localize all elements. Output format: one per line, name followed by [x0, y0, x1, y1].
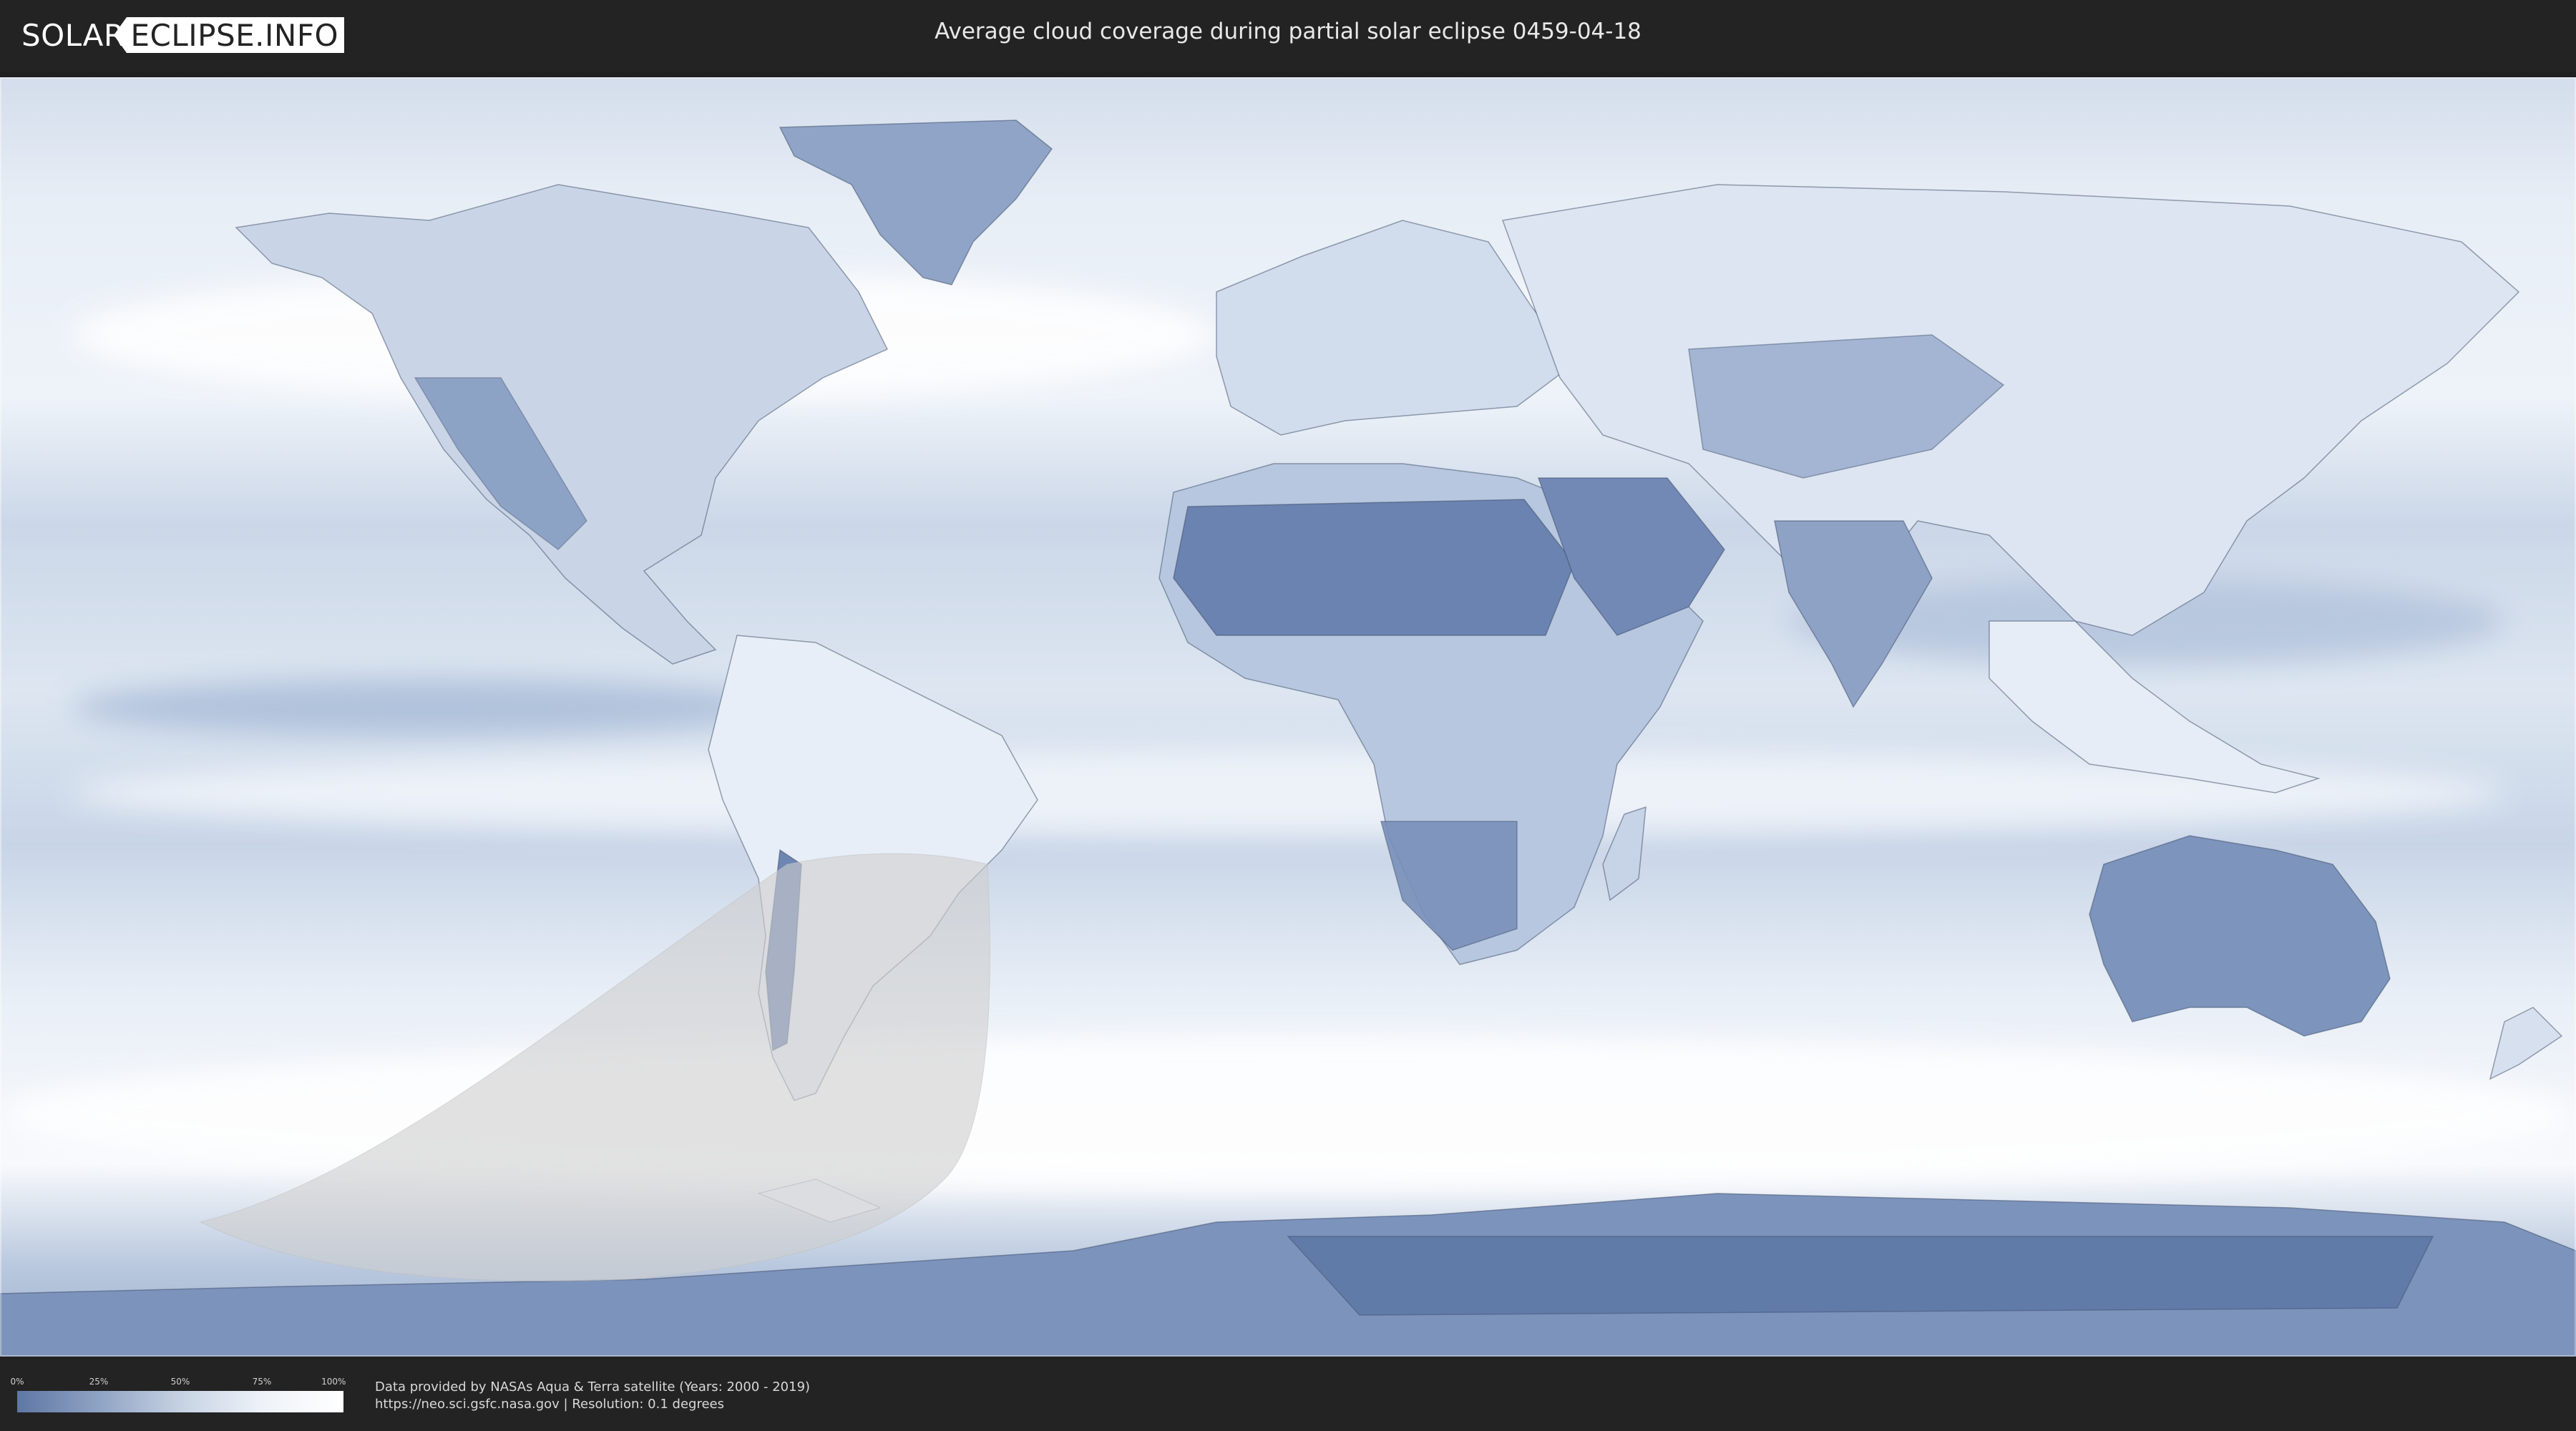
legend-tick-75: 75% [252, 1377, 272, 1387]
page: SOLAR ECLIPSE.INFO Average cloud coverag… [0, 0, 2576, 1431]
antarctica-ice [1287, 1236, 2434, 1316]
sahara [1173, 499, 1575, 636]
legend-ticks: 0% 25% 50% 75% 100% [10, 1377, 346, 1387]
legend-tick-0: 0% [10, 1377, 24, 1387]
footer [0, 1359, 2576, 1431]
data-source-link[interactable]: https://neo.sci.gsfc.nasa.gov | Resoluti… [375, 1397, 724, 1412]
cloud-coverage-legend-bar [17, 1391, 343, 1412]
legend-tick-50: 50% [170, 1377, 190, 1387]
header: SOLAR ECLIPSE.INFO Average cloud coverag… [0, 0, 2576, 72]
cloud-coverage-map[interactable] [0, 77, 2576, 1357]
page-title: Average cloud coverage during partial so… [935, 19, 1641, 44]
legend-tick-100: 100% [321, 1377, 346, 1387]
data-credit: Data provided by NASAs Aqua & Terra sate… [375, 1379, 811, 1395]
legend-tick-25: 25% [89, 1377, 109, 1387]
